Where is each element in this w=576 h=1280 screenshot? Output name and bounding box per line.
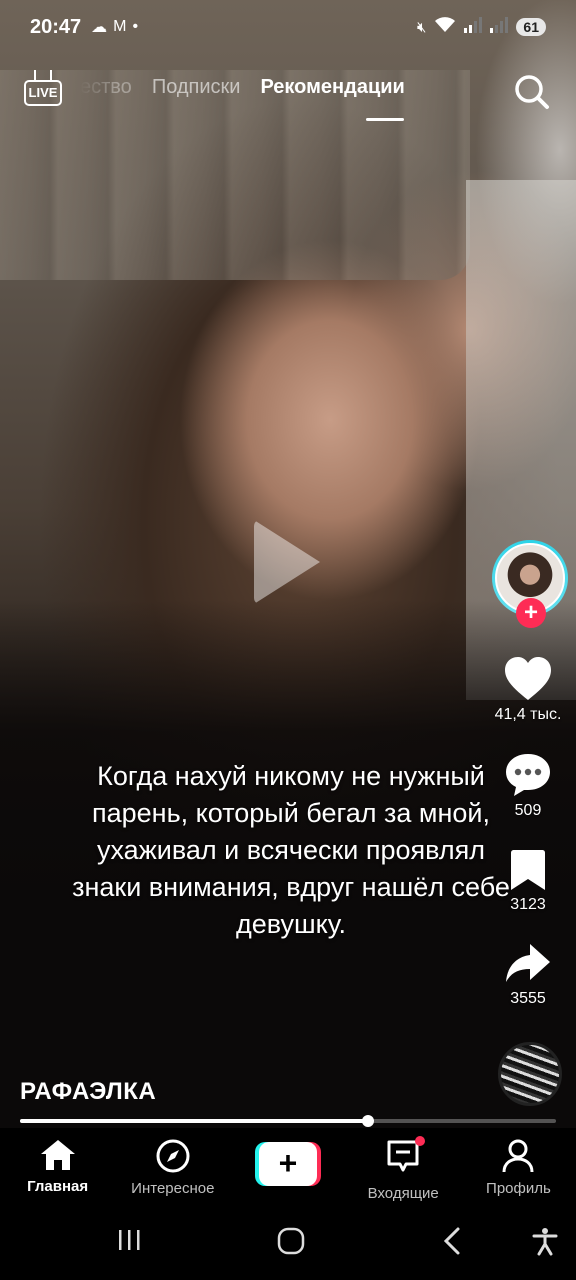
tab-community[interactable]: ество	[80, 76, 132, 99]
nav-inbox[interactable]: Входящие	[346, 1128, 461, 1204]
status-time: 20:47	[30, 15, 82, 38]
home-button-icon[interactable]	[276, 1226, 306, 1261]
active-tab-indicator	[366, 118, 404, 121]
dot-icon: •	[132, 18, 139, 35]
feed-tabs: ество Подписки Рекомендации	[80, 76, 405, 99]
signal-icon	[490, 17, 509, 37]
recent-apps-icon[interactable]	[116, 1226, 144, 1259]
nav-discover[interactable]: Интересное	[115, 1128, 230, 1204]
notification-dot	[415, 1136, 426, 1146]
back-icon[interactable]	[440, 1226, 466, 1261]
play-icon[interactable]	[254, 520, 320, 604]
share-arrow-icon	[506, 944, 550, 982]
video-caption: Когда нахуй никому не нужный парень, кот…	[72, 761, 510, 939]
nav-home[interactable]: Главная	[0, 1128, 115, 1204]
nav-create[interactable]: +	[230, 1128, 345, 1204]
live-icon[interactable]: LIVE	[24, 70, 64, 108]
inbox-icon-wrap	[385, 1136, 426, 1179]
author-username[interactable]: РАФАЭЛКА	[20, 1078, 156, 1106]
battery-indicator: 61	[516, 18, 546, 36]
follow-button[interactable]: +	[516, 598, 546, 628]
nav-profile[interactable]: Профиль	[461, 1128, 576, 1204]
like-count: 41,4 тыс.	[494, 706, 562, 723]
live-label: LIVE	[24, 80, 62, 106]
nav-inbox-label: Входящие	[367, 1185, 439, 1202]
weather-icon: ☁	[91, 19, 108, 36]
compass-icon	[156, 1139, 190, 1173]
profile-icon	[502, 1139, 534, 1173]
status-notification-icons: ☁ M •	[91, 17, 138, 37]
video-progress-fill	[20, 1119, 369, 1123]
system-navigation-bar	[0, 1204, 576, 1280]
nav-home-label: Главная	[27, 1178, 89, 1195]
mail-icon: M	[113, 18, 127, 35]
heart-icon	[505, 657, 551, 700]
home-icon	[40, 1140, 75, 1170]
search-icon[interactable]	[512, 72, 552, 112]
share-count: 3555	[510, 990, 546, 1007]
nav-discover-label: Интересное	[131, 1180, 215, 1197]
nav-profile-label: Профиль	[486, 1180, 551, 1197]
share-button[interactable]: 3555	[480, 942, 576, 1008]
mute-icon: 🔇︎	[416, 18, 427, 36]
tab-following[interactable]: Подписки	[152, 76, 241, 99]
accessibility-icon[interactable]	[530, 1226, 560, 1261]
wifi-icon	[434, 17, 456, 37]
video-progress-bar[interactable]	[20, 1115, 556, 1127]
tab-for-you[interactable]: Рекомендации	[260, 76, 404, 99]
status-bar: 20:47 ☁ M • 🔇︎ 61	[0, 0, 576, 54]
music-disc-icon[interactable]	[498, 1042, 562, 1106]
bottom-navigation: Главная Интересное + Входящие Профиль	[0, 1128, 576, 1204]
like-button[interactable]: 41,4 тыс.	[480, 656, 576, 724]
feed-top-bar: LIVE ество Подписки Рекомендации	[0, 66, 576, 126]
status-system-icons: 🔇︎ 61	[417, 17, 546, 37]
create-plus-icon[interactable]: +	[255, 1142, 321, 1186]
signal-icon	[464, 17, 483, 37]
